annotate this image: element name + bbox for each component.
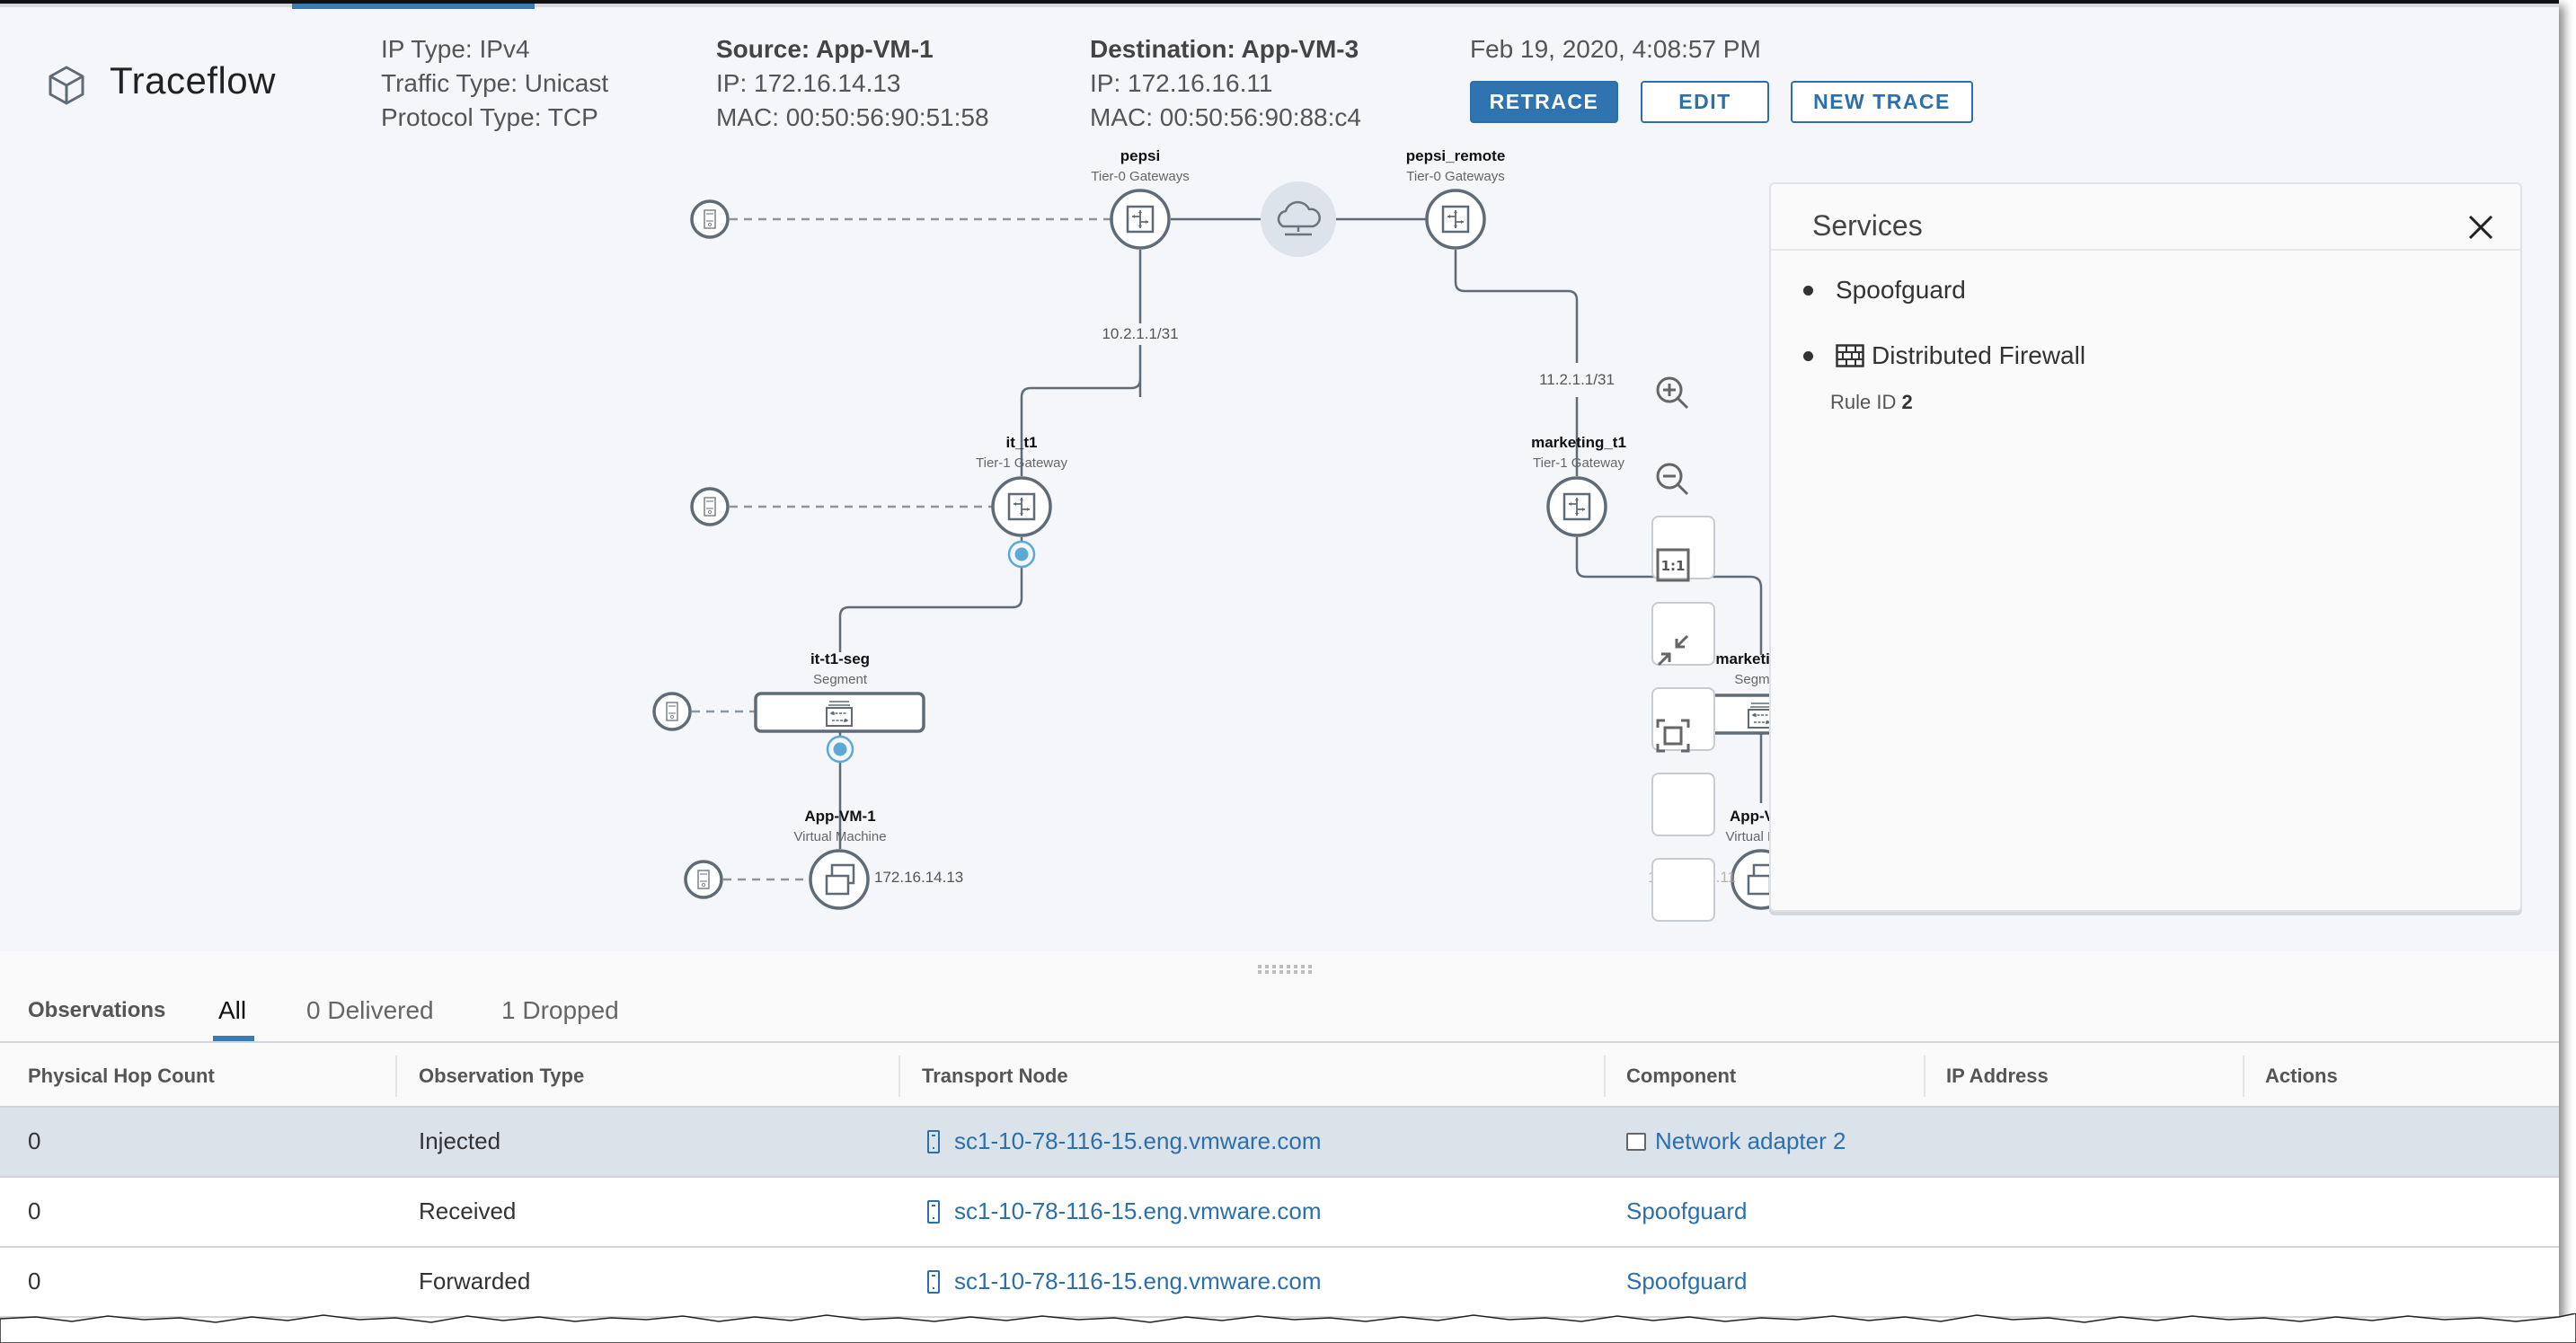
collapse-button[interactable] — [1651, 634, 1715, 836]
cell-component[interactable]: Network adapter 2 — [1626, 1127, 1846, 1155]
bullet — [1803, 285, 1813, 296]
host-icon — [927, 1199, 940, 1224]
label-it-t1-seg: it-t1-seg Segment — [810, 650, 871, 687]
label-pepsi: pepsi Tier-0 Gateways — [1091, 147, 1190, 184]
node-marketing-t1[interactable] — [1546, 476, 1607, 537]
column-divider[interactable] — [899, 1056, 900, 1097]
column-divider[interactable] — [2243, 1056, 2244, 1097]
node-app-vm-1[interactable] — [809, 849, 870, 910]
host-icon — [704, 209, 716, 229]
host-node[interactable] — [690, 487, 730, 526]
cell-hop-count: 0 — [28, 1268, 41, 1294]
table-row[interactable]: 0 Forwarded sc1-10-78-116-15.eng.vmware.… — [0, 1248, 2559, 1318]
svg-text:1:1: 1:1 — [1661, 558, 1686, 574]
cell-observation-type: Injected — [419, 1127, 501, 1154]
table-row[interactable]: 0 Received sc1-10-78-116-15.eng.vmware.c… — [0, 1178, 2559, 1248]
observations-section: Observations All 0 Delivered 1 Dropped P… — [0, 951, 2559, 1325]
column-header-physical-hop-count[interactable]: Physical Hop Count — [28, 1065, 215, 1088]
node-pepsi-remote[interactable] — [1425, 189, 1486, 250]
column-header-actions[interactable]: Actions — [2265, 1065, 2338, 1088]
host-icon — [927, 1129, 940, 1153]
actual-size-icon: 1:1 — [1656, 548, 1690, 582]
host-node[interactable] — [684, 860, 723, 899]
table-header: Physical Hop Count Observation Type Tran… — [0, 1041, 2559, 1108]
host-icon — [704, 497, 716, 517]
cell-observation-type: Forwarded — [419, 1268, 531, 1294]
firewall-icon — [1836, 344, 1864, 367]
column-header-observation-type[interactable]: Observation Type — [419, 1065, 584, 1088]
edge-label-pepsi-it-t1: 10.2.1.1/31 — [1102, 323, 1179, 345]
host-node[interactable] — [690, 199, 730, 239]
fit-to-screen-button[interactable] — [1651, 719, 1715, 922]
host-icon — [666, 702, 678, 721]
node-cloud[interactable] — [1261, 181, 1336, 257]
bullet — [1803, 350, 1813, 361]
path-marker — [826, 735, 854, 764]
host-icon — [927, 1269, 940, 1294]
cell-observation-type: Received — [419, 1197, 517, 1224]
network-adapter-icon — [1626, 1132, 1646, 1151]
cell-transport-node[interactable]: sc1-10-78-116-15.eng.vmware.com — [927, 1268, 1321, 1295]
resize-grip-handle[interactable] — [1258, 965, 1314, 976]
zoom-in-icon — [1656, 376, 1689, 410]
column-divider[interactable] — [395, 1056, 397, 1097]
services-panel: Services Spoofguard Distributed Firewall… — [1769, 182, 2522, 912]
label-pepsi-remote: pepsi_remote Tier-0 Gateways — [1405, 147, 1506, 184]
tab-all[interactable]: All — [218, 996, 246, 1025]
services-divider — [1771, 249, 2520, 251]
table-row[interactable]: 0 Injected sc1-10-78-116-15.eng.vmware.c… — [0, 1108, 2559, 1178]
rule-id: Rule ID 2 — [1830, 391, 1913, 413]
cell-transport-node[interactable]: sc1-10-78-116-15.eng.vmware.com — [927, 1197, 1321, 1225]
host-icon — [697, 870, 710, 889]
collapse-icon — [1657, 634, 1689, 667]
cell-hop-count: 0 — [28, 1127, 41, 1154]
cell-hop-count: 0 — [28, 1197, 41, 1224]
node-it-t1[interactable] — [991, 476, 1052, 537]
tab-delivered[interactable]: 0 Delivered — [306, 996, 434, 1025]
column-header-component[interactable]: Component — [1626, 1065, 1736, 1088]
zoom-out-icon — [1656, 463, 1689, 496]
edge-label-pepsi-remote-marketing-t1: 11.2.1.1/31 — [1539, 369, 1615, 391]
path-marker — [1007, 540, 1036, 569]
traceflow-window: Traceflow IP Type: IPv4 Traffic Type: Un… — [0, 0, 2559, 1325]
service-item-distributed-firewall: Distributed Firewall — [1803, 341, 2085, 370]
label-app-vm-1: App-VM-1 Virtual Machine — [793, 808, 887, 844]
services-title: Services — [1812, 209, 1923, 242]
label-marketing-t1: marketing_t1 Tier-1 Gateway — [1531, 434, 1626, 471]
torn-edge-decoration — [0, 1313, 2576, 1343]
host-node[interactable] — [652, 692, 692, 731]
cell-component[interactable]: Spoofguard — [1626, 1268, 1747, 1295]
tab-dropped[interactable]: 1 Dropped — [501, 996, 619, 1025]
observations-label: Observations — [28, 998, 166, 1022]
cell-component[interactable]: Spoofguard — [1626, 1197, 1747, 1225]
link-it-t1-segment — [838, 537, 1023, 652]
column-header-ip-address[interactable]: IP Address — [1946, 1065, 2049, 1088]
column-divider[interactable] — [1924, 1056, 1925, 1097]
vm-ip-app-vm-1: 172.16.14.13 — [874, 869, 964, 886]
service-item-spoofguard: Spoofguard — [1803, 276, 1966, 305]
label-it-t1: it_t1 Tier-1 Gateway — [976, 434, 1067, 471]
fit-to-screen-icon — [1656, 719, 1690, 753]
host-connectors — [692, 217, 1111, 881]
node-pepsi[interactable] — [1110, 189, 1171, 250]
cell-transport-node[interactable]: sc1-10-78-116-15.eng.vmware.com — [927, 1127, 1321, 1155]
close-icon[interactable] — [2465, 211, 2497, 243]
column-divider[interactable] — [1604, 1056, 1606, 1097]
node-it-t1-seg[interactable] — [754, 692, 925, 733]
column-header-transport-node[interactable]: Transport Node — [922, 1065, 1068, 1088]
